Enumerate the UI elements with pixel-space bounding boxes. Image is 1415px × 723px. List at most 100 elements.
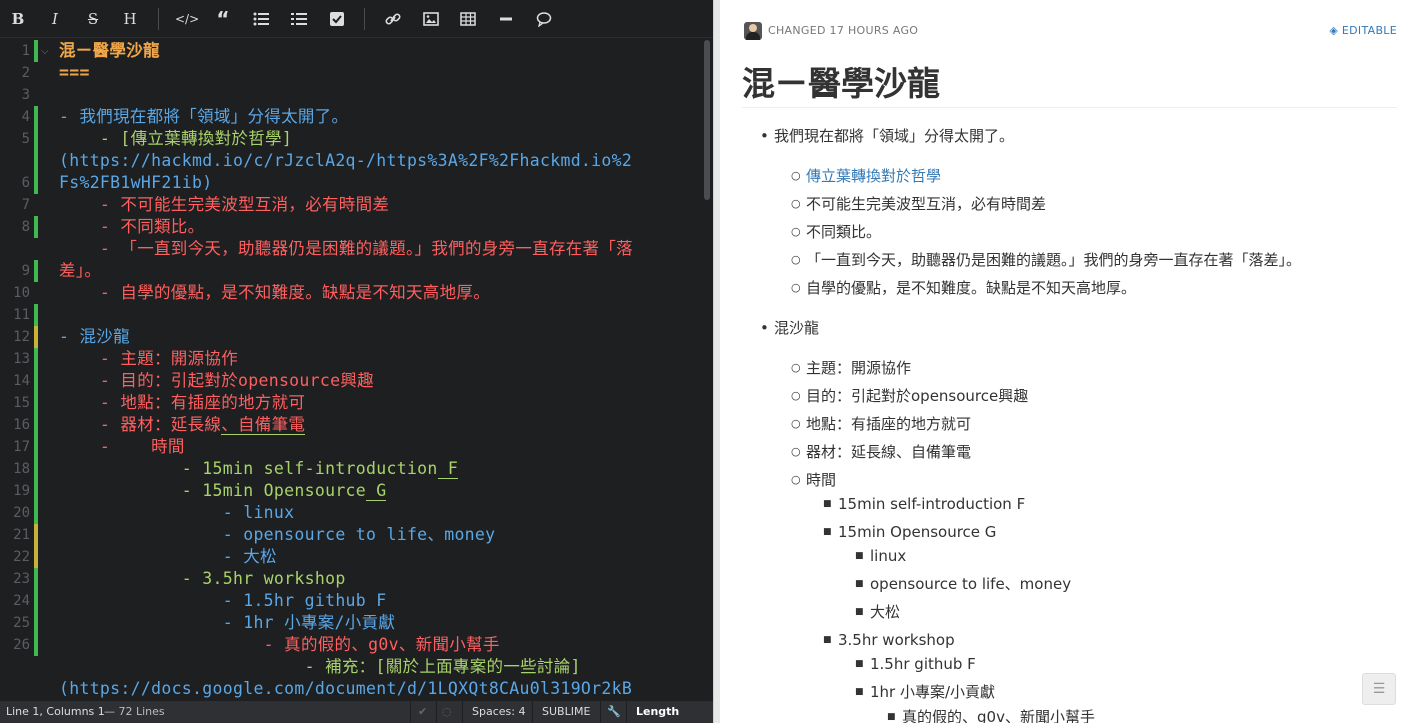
code-line: 混ㄧ醫學沙龍 xyxy=(59,41,160,60)
list-item: 主題：開源協作 xyxy=(806,359,912,377)
change-marker xyxy=(34,106,38,128)
bullet-square: ■ xyxy=(823,527,832,537)
change-marker xyxy=(34,414,38,436)
unordered-list-icon[interactable] xyxy=(250,9,272,29)
bullet-circle: ○ xyxy=(791,417,801,430)
change-marker xyxy=(34,524,38,546)
bullet-circle: ○ xyxy=(791,361,801,374)
ordered-list-icon[interactable] xyxy=(288,9,310,29)
list-item: linux xyxy=(870,547,907,565)
change-marker xyxy=(34,326,38,348)
code-line: - 15min self-introduction F xyxy=(59,458,459,480)
line-number-gutter: 1 2 3 4 5 6 7 8 9 10 11 12 13 14 15 16 17 18 19 20 21 22 23 24 2… xyxy=(0,40,54,700)
code-line: - 混沙龍 xyxy=(59,327,130,346)
line-number: 20 xyxy=(13,505,30,521)
comment-icon[interactable] xyxy=(533,9,555,29)
link-icon[interactable] xyxy=(382,9,404,29)
image-icon[interactable] xyxy=(420,9,442,29)
spaces-setting[interactable]: Spaces: 4 xyxy=(472,701,525,723)
code-line: Fs%2FB1wHF21ib) xyxy=(59,173,213,192)
table-icon[interactable] xyxy=(457,9,479,29)
code-text: - 15min self-introduction xyxy=(59,459,438,478)
code-line: - 我們現在都將「領域」分得太開了。 xyxy=(59,107,349,126)
sync-icon[interactable]: ◌ xyxy=(442,701,452,723)
change-marker xyxy=(34,392,38,414)
line-number: 7 xyxy=(21,197,30,213)
editor-toolbar: B I S H </> “ xyxy=(0,0,713,38)
bullet-square: ■ xyxy=(823,499,832,509)
preview-pane[interactable]: CHANGED 17 HOURS AGO ◈ EDITABLE 混ㄧ醫學沙龍 •… xyxy=(720,0,1415,723)
avatar[interactable] xyxy=(744,22,762,40)
list-item: 我們現在都將「領域」分得太開了。 xyxy=(774,127,1015,145)
italic-icon[interactable]: I xyxy=(44,9,66,29)
change-marker xyxy=(34,502,38,524)
code-text: 、自備筆電 xyxy=(221,415,306,435)
markdown-editor-pane[interactable]: B I S H </> “ 1 2 3 4 5 6 7 8 9 10 11 12 13 14 15 16 17 1… xyxy=(0,0,713,723)
list-item: 不同類比。 xyxy=(806,223,882,241)
list-item: 真的假的、g0v、新聞小幫手 xyxy=(902,708,1095,723)
line-number: 18 xyxy=(13,461,30,477)
editable-badge[interactable]: ◈ EDITABLE xyxy=(1329,24,1397,37)
list-item: 時間 xyxy=(806,471,837,489)
line-number: 11 xyxy=(13,307,30,323)
bullet-disc: • xyxy=(760,127,769,145)
change-marker xyxy=(34,480,38,502)
bullet-circle: ○ xyxy=(791,473,801,486)
code-line: - 1.5hr github F xyxy=(59,591,387,610)
code-line: 差」。 xyxy=(59,261,102,280)
code-line: - 「一直到今天，助聽器仍是困難的議題。」我們的身旁一直存在著「落 xyxy=(59,239,633,258)
heading-icon[interactable]: H xyxy=(119,9,141,29)
list-item: 器材：延長線、自備筆電 xyxy=(806,443,972,461)
line-number: 14 xyxy=(13,373,30,389)
menu-icon: ☰ xyxy=(1372,681,1386,697)
bullet-circle: ○ xyxy=(791,197,801,210)
page-title: 混ㄧ醫學沙龍 xyxy=(742,64,940,103)
list-item: 不可能生完美波型互消，必有時間差 xyxy=(806,195,1047,213)
check-icon[interactable]: ✔ xyxy=(418,701,427,723)
change-marker xyxy=(34,40,38,62)
cursor-position: Line 1, Columns 1 xyxy=(6,705,105,718)
change-marker xyxy=(34,568,38,590)
bullet-circle: ○ xyxy=(791,389,801,402)
list-item: 大松 xyxy=(870,603,901,621)
horizontal-rule-icon[interactable] xyxy=(495,9,517,29)
list-item: 自學的優點，是不知難度。缺點是不知天高地厚。 xyxy=(806,279,1137,297)
list-item: 15min Opensource G xyxy=(838,523,997,541)
bold-icon[interactable]: B xyxy=(7,9,29,29)
code-area[interactable]: 混ㄧ醫學沙龍 === - 我們現在都將「領域」分得太開了。 - [傳立葉轉換對於… xyxy=(59,40,704,700)
change-marker xyxy=(34,150,38,172)
code-line: === xyxy=(59,63,90,82)
line-number: 4 xyxy=(21,109,30,125)
strikethrough-icon[interactable]: S xyxy=(82,9,104,29)
list-item: 目的：引起對於opensource興趣 xyxy=(806,387,1029,405)
code-line: - 不同類比。 xyxy=(59,217,205,236)
change-marker xyxy=(34,128,38,150)
code-line: - 目的：引起對於opensource興趣 xyxy=(59,371,374,390)
checklist-icon[interactable] xyxy=(326,9,348,29)
bullet-circle: ○ xyxy=(791,253,801,266)
change-marker xyxy=(34,216,38,238)
fold-arrow-icon[interactable]: ⌵ xyxy=(41,46,49,57)
bullet-square: ■ xyxy=(855,551,864,561)
code-text: G xyxy=(366,481,387,501)
keymap-setting[interactable]: SUBLIME xyxy=(542,701,590,723)
quote-icon[interactable]: “ xyxy=(212,9,234,29)
bullet-square: ■ xyxy=(887,712,896,722)
philosophy-link[interactable]: 傳立葉轉換對於哲學 xyxy=(806,167,941,185)
line-number: 3 xyxy=(21,87,30,103)
change-marker xyxy=(34,612,38,634)
list-item: 15min self-introduction F xyxy=(838,495,1026,513)
code-line: - 3.5hr workshop xyxy=(59,569,346,588)
list-item: opensource to life、money xyxy=(870,575,1072,593)
table-of-contents-button[interactable]: ☰ xyxy=(1362,673,1396,705)
code-line: - 補充：[關於上面專案的一些討論] xyxy=(59,657,581,676)
list-item: 1.5hr github F xyxy=(870,655,976,673)
editor-scrollbar[interactable] xyxy=(704,40,710,200)
line-number: 13 xyxy=(13,351,30,367)
line-number: 10 xyxy=(13,285,30,301)
line-number: 22 xyxy=(13,549,30,565)
wrench-icon[interactable]: 🔧 xyxy=(607,701,621,723)
code-icon[interactable]: </> xyxy=(175,9,199,29)
line-number: 12 xyxy=(13,329,30,345)
pane-divider[interactable] xyxy=(713,0,720,723)
